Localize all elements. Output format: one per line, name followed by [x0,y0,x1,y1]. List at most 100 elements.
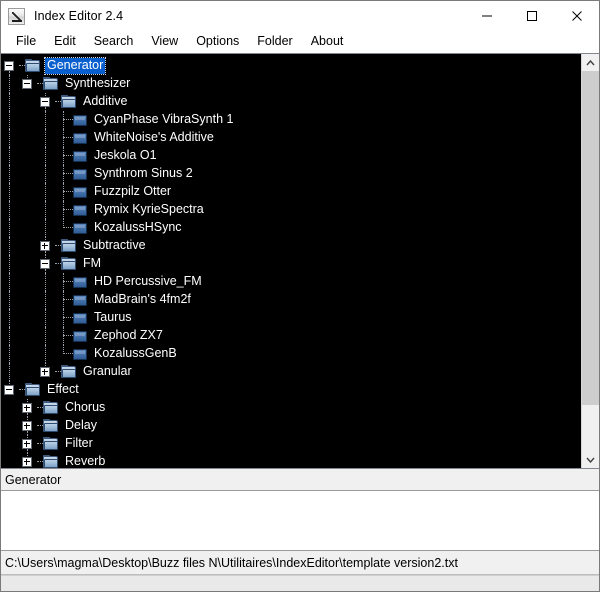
expand-toggle-icon[interactable] [19,435,37,453]
expand-toggle-icon[interactable] [19,417,37,435]
expand-toggle-icon[interactable] [37,363,55,381]
scroll-down-button[interactable] [582,451,599,468]
collapse-toggle-icon[interactable] [1,57,19,75]
tree-item-row[interactable]: Zephod ZX7 [1,327,581,345]
app-icon [8,7,25,25]
tree-connector [55,291,73,309]
tree-node-label: Zephod ZX7 [94,328,163,343]
tree-indent-guide [37,201,55,219]
tree-indent-guide [1,75,19,93]
expander-box[interactable] [40,97,50,107]
menu-item-options[interactable]: Options [187,33,248,51]
tree-folder-row[interactable]: Synthesizer [1,75,581,93]
expander-box[interactable] [40,367,50,377]
window-title: Index Editor 2.4 [34,9,124,23]
app-window: Index Editor 2.4 File Edit Search View O… [0,0,600,592]
machine-icon [73,294,87,306]
expand-toggle-icon[interactable] [19,453,37,468]
tree-folder-row[interactable]: Reverb [1,453,581,468]
machine-icon [73,150,87,162]
tree-folder-row[interactable]: Generator [1,57,581,75]
tree-folder-row[interactable]: Effect [1,381,581,399]
tree-item-row[interactable]: CyanPhase VibraSynth 1 [1,111,581,129]
menu-item-file[interactable]: File [7,33,45,51]
menu-item-edit[interactable]: Edit [45,33,85,51]
expander-box[interactable] [4,61,14,71]
tree-folder-row[interactable]: Filter [1,435,581,453]
tree-item-row[interactable]: KozalussGenB [1,345,581,363]
tree-indent-guide [37,129,55,147]
description-textarea[interactable] [1,491,599,551]
menu-item-search[interactable]: Search [85,33,143,51]
tree-node-label: Subtractive [83,238,146,253]
scrollbar-thumb[interactable] [582,71,599,406]
tree-indent-guide [1,93,19,111]
tree-item-row[interactable]: MadBrain's 4fm2f [1,291,581,309]
tree-item-row[interactable]: Rymix KyrieSpectra [1,201,581,219]
minimize-button[interactable] [464,1,509,31]
file-path-field[interactable]: C:\Users\magma\Desktop\Buzz files N\Util… [1,551,599,575]
folder-icon [43,419,59,433]
tree-node-label: Synthrom Sinus 2 [94,166,193,181]
tree-indent-guide [19,345,37,363]
tree-item-row[interactable]: Jeskola O1 [1,147,581,165]
tree-folder-row[interactable]: Chorus [1,399,581,417]
expander-box[interactable] [40,241,50,251]
tree-item-row[interactable]: Synthrom Sinus 2 [1,165,581,183]
collapse-toggle-icon[interactable] [37,93,55,111]
menu-item-view[interactable]: View [142,33,187,51]
expander-box[interactable] [22,403,32,413]
maximize-button[interactable] [509,1,554,31]
scroll-up-button[interactable] [582,54,599,71]
expander-box[interactable] [22,79,32,89]
expander-box[interactable] [22,457,32,467]
tree-indent-guide [37,291,55,309]
folder-icon [43,455,59,468]
tree-item-row[interactable]: HD Percussive_FM [1,273,581,291]
scrollbar-track[interactable] [582,71,599,451]
tree-item-row[interactable]: WhiteNoise's Additive [1,129,581,147]
collapse-toggle-icon[interactable] [19,75,37,93]
tree-folder-row[interactable]: Granular [1,363,581,381]
folder-icon [43,401,59,415]
tree-indent-guide [37,327,55,345]
tree-node-label: Reverb [65,454,106,468]
tree-indent-guide [37,309,55,327]
tree-indent-guide [19,273,37,291]
expander-box[interactable] [4,385,14,395]
tree-node-label: Synthesizer [65,76,131,91]
tree-indent-guide [1,183,19,201]
tree-view[interactable]: Generator Synthesizer Additive CyanPhase Vi… [1,54,581,468]
tree-connector [55,273,73,291]
close-button[interactable] [554,1,599,31]
expander-box[interactable] [22,421,32,431]
selected-node-name-field[interactable]: Generator [1,469,599,491]
tree-indent-guide [1,291,19,309]
tree-indent-guide [19,363,37,381]
tree-item-row[interactable]: Taurus [1,309,581,327]
collapse-toggle-icon[interactable] [37,255,55,273]
tree-item-row[interactable]: KozalussHSync [1,219,581,237]
expand-toggle-icon[interactable] [19,399,37,417]
chevron-down-icon [586,457,595,463]
folder-icon [61,365,77,379]
collapse-toggle-icon[interactable] [1,381,19,399]
tree-indent-guide [19,129,37,147]
tree-vertical-scrollbar[interactable] [581,54,599,468]
tree-folder-row[interactable]: FM [1,255,581,273]
tree-folder-row[interactable]: Subtractive [1,237,581,255]
tree-indent-guide [19,201,37,219]
tree-indent-guide [1,165,19,183]
tree-folder-row[interactable]: Delay [1,417,581,435]
tree-item-row[interactable]: Fuzzpilz Otter [1,183,581,201]
menu-item-about[interactable]: About [302,33,353,51]
expander-box[interactable] [22,439,32,449]
tree-folder-row[interactable]: Additive [1,93,581,111]
tree-indent-guide [19,255,37,273]
expand-toggle-icon[interactable] [37,237,55,255]
minimize-icon [481,15,492,17]
tree-node-label: Generator [43,57,107,75]
tree-connector [55,201,73,219]
expander-box[interactable] [40,259,50,269]
menu-item-folder[interactable]: Folder [248,33,301,51]
